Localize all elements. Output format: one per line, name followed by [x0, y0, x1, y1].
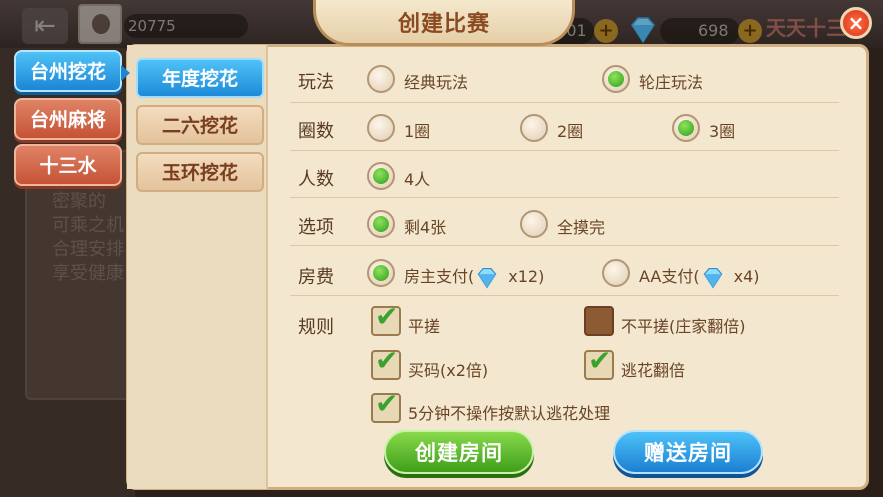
tab-taizhou-wahua[interactable]: 台州挖花: [14, 50, 130, 92]
rule-pingcuo-checkbox[interactable]: ✔: [371, 302, 401, 336]
fee-host-radio[interactable]: [367, 259, 395, 287]
choice-drawall-label: 全摸完: [557, 218, 606, 237]
fee-aa-label: AA支付( x4): [639, 263, 759, 289]
checkmark-icon: ✔: [375, 344, 399, 377]
players-4-label: 4人: [404, 170, 431, 189]
dialog-title: 创建比赛: [397, 12, 490, 37]
mode-rotating-radio[interactable]: [602, 65, 630, 93]
rounds-1-radio[interactable]: [367, 114, 395, 142]
rounds-2-label: 2圈: [557, 122, 584, 141]
create-room-button[interactable]: 创建房间: [384, 430, 534, 474]
diamond-icon: [477, 267, 497, 289]
rule-taohua-double-label: 逃花翻倍: [621, 361, 686, 380]
choice-remain4-label: 剩4张: [404, 218, 447, 237]
variant-tab-niandu[interactable]: 年度挖花: [136, 58, 264, 98]
choice-drawall-radio[interactable]: [520, 210, 548, 238]
close-icon[interactable]: ×: [840, 7, 872, 39]
row-divider: [290, 245, 839, 246]
fee-host-amount: x12): [508, 267, 545, 286]
tab-shisanshui[interactable]: 十三水: [14, 144, 122, 186]
rounds-3-label: 3圈: [709, 122, 736, 141]
gift-room-button[interactable]: 赠送房间: [613, 430, 763, 474]
fee-host-label: 房主支付( x12): [404, 263, 544, 289]
variant-tab-yuhuan[interactable]: 玉环挖花: [136, 152, 264, 192]
fee-label: 房费: [298, 267, 334, 288]
rule-pingcuo-label: 平搓: [408, 317, 441, 336]
mode-rotating-label: 轮庄玩法: [639, 73, 704, 92]
checkmark-icon: ✔: [375, 300, 399, 333]
mode-classic-label: 经典玩法: [404, 73, 469, 92]
rounds-3-radio[interactable]: [672, 114, 700, 142]
tab-taizhou-mahjong[interactable]: 台州麻将: [14, 98, 122, 140]
fee-host-prefix: 房主支付(: [404, 267, 475, 286]
rule-maima-checkbox[interactable]: ✔: [371, 346, 401, 380]
rounds-label: 圈数: [298, 121, 334, 142]
rule-taohua-double-checkbox[interactable]: ✔: [584, 346, 614, 380]
row-divider: [290, 102, 839, 103]
fee-aa-prefix: AA支付(: [639, 267, 700, 286]
fee-aa-radio[interactable]: [602, 259, 630, 287]
checkmark-icon: ✔: [588, 344, 612, 377]
fee-aa-amount: x4): [733, 267, 760, 286]
row-divider: [290, 150, 839, 151]
row-divider: [290, 197, 839, 198]
rule-idle-timeout-label: 5分钟不操作按默认逃花处理: [408, 404, 611, 423]
variant-tab-erliu[interactable]: 二六挖花: [136, 105, 264, 145]
rules-label: 规则: [298, 317, 334, 338]
choice-remain4-radio[interactable]: [367, 210, 395, 238]
choice-label: 选项: [298, 217, 334, 238]
rounds-1-label: 1圈: [404, 122, 431, 141]
rule-nopingcuo-label: 不平搓(庄家翻倍): [621, 317, 746, 336]
players-4-radio[interactable]: [367, 162, 395, 190]
row-divider: [290, 295, 839, 296]
checkmark-icon: ✔: [375, 387, 399, 420]
mode-label: 玩法: [298, 72, 334, 93]
rule-idle-timeout-checkbox[interactable]: ✔: [371, 389, 401, 423]
rule-nopingcuo-checkbox[interactable]: [584, 306, 614, 336]
diamond-icon: [703, 267, 722, 289]
rule-maima-label: 买码(x2倍): [408, 361, 489, 380]
mode-classic-radio[interactable]: [367, 65, 395, 93]
rounds-2-radio[interactable]: [520, 114, 548, 142]
players-label: 人数: [298, 169, 334, 190]
dialog-title-tab: 创建比赛: [313, 0, 575, 46]
